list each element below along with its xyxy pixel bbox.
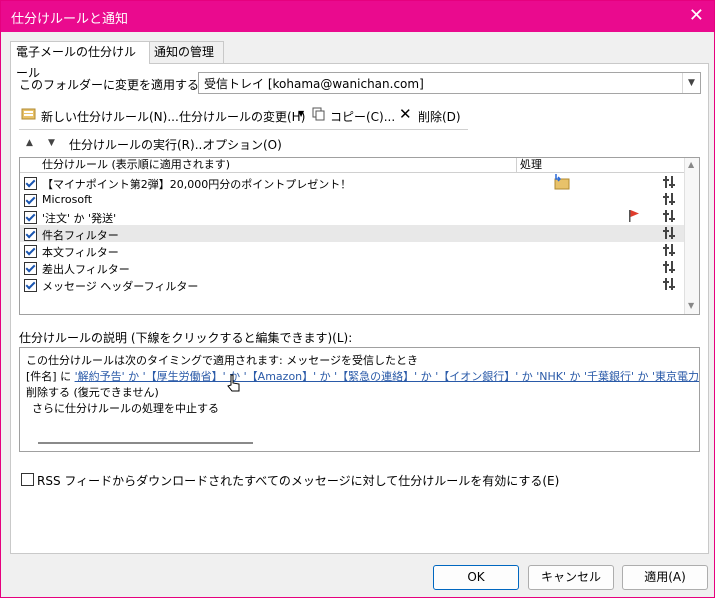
chevron-down-icon[interactable]: ▼ [682,73,700,93]
rule-settings-icon [663,244,675,256]
rule-name: メッセージ ヘッダーフィルター [42,280,199,293]
list-header: 仕分けルール (表示順に適用されます) 処理 [20,158,684,173]
condition-words-link[interactable]: '解約予告' か '【厚生労働省】' か '【Amazon】' か '【緊急の連… [75,370,699,383]
flag-icon [629,210,639,222]
rule-row[interactable]: Microsoft [20,191,684,208]
rule-checkbox[interactable] [24,211,37,224]
rule-name: '注文' か '発送' [42,212,117,225]
column-header-rule[interactable]: 仕分けルール (表示順に適用されます) [42,158,230,172]
scroll-up-icon[interactable]: ▲ [688,160,694,169]
rule-checkbox[interactable] [24,262,37,275]
apply-button[interactable]: 適用(A) [622,565,708,590]
condition-prefix: [件名] に [26,370,75,383]
folder-combobox[interactable]: 受信トレイ [kohama@wanichan.com] ▼ [198,72,701,94]
new-rule-icon [21,108,36,120]
folder-label: このフォルダーに変更を適用する(F): [19,78,220,92]
rule-name: 【マイナポイント第2弾】20,000円分のポイントプレゼント！ [42,178,352,191]
rule-settings-icon [663,227,675,239]
delete-button[interactable]: 削除(D) [418,108,461,125]
rule-name: 件名フィルター [42,229,119,242]
rule-row[interactable]: 件名フィルター [20,225,684,242]
rss-rules-checkbox[interactable] [21,473,34,486]
move-to-folder-icon [554,174,570,190]
hand-cursor-icon [227,374,240,392]
rule-checkbox[interactable] [24,279,37,292]
rule-settings-icon [663,193,675,205]
rule-row[interactable]: メッセージ ヘッダーフィルター [20,276,684,293]
description-label: 仕分けルールの説明 (下線をクリックすると編集できます)(L): [19,331,353,345]
rules-list[interactable]: 仕分けルール (表示順に適用されます) 処理 【マイナポイント第2弾】20,00… [19,157,700,315]
description-line-condition: [件名] に '解約予告' か '【厚生労働省】' か '【Amazon】' か… [26,368,699,384]
rule-row[interactable]: 差出人フィルター [20,259,684,276]
rule-name: 本文フィルター [42,246,119,259]
rule-settings-icon [663,261,675,273]
rule-checkbox[interactable] [24,245,37,258]
scroll-down-icon[interactable]: ▼ [688,301,694,310]
rule-row[interactable]: 本文フィルター [20,242,684,259]
column-divider [516,158,517,172]
description-line-stop: さらに仕分けルールの処理を中止する [32,402,219,415]
rule-name: Microsoft [42,193,93,206]
change-rule-dropdown-icon[interactable]: ▼ [298,109,304,118]
new-rule-button[interactable]: 新しい仕分けルール(N)... [41,108,179,125]
delete-icon: ✕ [399,105,412,123]
change-rule-button[interactable]: 仕分けルールの変更(H) [179,108,305,125]
rule-name: 差出人フィルター [42,263,130,276]
description-line-action: 削除する (復元できません) [26,386,159,399]
column-header-action[interactable]: 処理 [520,158,542,172]
description-hscrollbar[interactable] [38,442,253,444]
rule-row[interactable]: '注文' か '発送' [20,208,684,225]
run-rules-button[interactable]: 仕分けルールの実行(R)... [69,136,206,153]
ok-button[interactable]: OK [433,565,519,590]
move-up-icon[interactable]: ▲ [26,138,33,148]
rule-row[interactable]: 【マイナポイント第2弾】20,000円分のポイントプレゼント！ [20,174,684,191]
rule-settings-icon [663,278,675,290]
folder-value: 受信トレイ [kohama@wanichan.com] [204,77,424,91]
options-button[interactable]: オプション(O) [203,136,282,153]
rule-checkbox[interactable] [24,177,37,190]
rule-description-box[interactable]: この仕分けルールは次のタイミングで適用されます: メッセージを受信したとき [件… [19,347,700,452]
rules-list-scrollbar[interactable]: ▲ ▼ [684,158,699,314]
tab-manage-alerts[interactable]: 通知の管理 [148,41,224,63]
rss-rules-label: RSS フィードからダウンロードされたすべてのメッセージに対して仕分けルールを有… [37,474,560,488]
description-line-trigger: この仕分けルールは次のタイミングで適用されます: メッセージを受信したとき [26,354,418,367]
rule-settings-icon [663,176,675,188]
rule-settings-icon [663,210,675,222]
toolbar-divider [19,129,468,130]
rule-checkbox[interactable] [24,228,37,241]
close-icon[interactable]: ✕ [689,5,704,26]
move-down-icon[interactable]: ▼ [48,138,55,148]
title-bar: 仕分けルールと通知 ✕ [1,1,714,32]
cancel-button[interactable]: キャンセル [528,565,614,590]
copy-button[interactable]: コピー(C)... [330,108,395,125]
window-title: 仕分けルールと通知 [11,12,129,27]
rules-dialog: 仕分けルールと通知 ✕ 電子メールの仕分けルール 通知の管理 このフォルダーに変… [0,0,715,598]
tab-email-rules[interactable]: 電子メールの仕分けルール [10,41,150,80]
rule-checkbox[interactable] [24,194,37,207]
copy-icon [312,107,325,121]
